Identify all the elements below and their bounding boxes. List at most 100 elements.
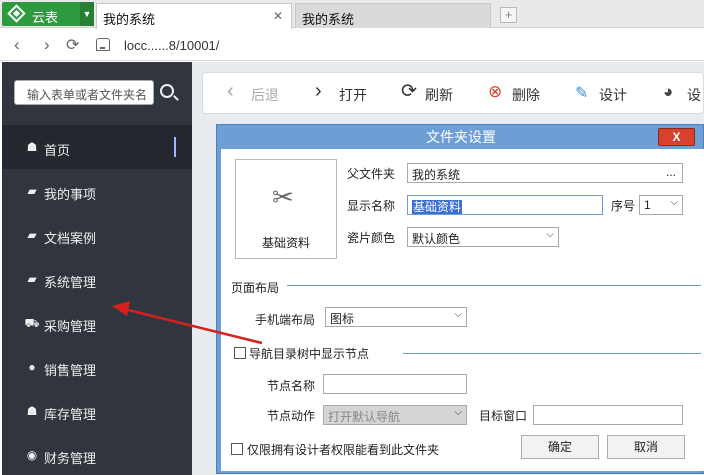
address-bar: ‹ › ⟳ locc......8/10001/ [0,29,704,61]
refresh-icon: ⟳ [401,81,417,102]
back-nav-icon[interactable]: ‹ [14,35,20,55]
folder-icon: ▰ [27,184,37,198]
designer-only-label: 仅限拥有设计者权限能看到此文件夹 [247,443,440,457]
app-menu-button[interactable]: 云表 ▼ [2,2,94,26]
sidebar-item-purchasing[interactable]: ⛟ 采购管理 [2,301,192,345]
dialog-body: ✂ 基础资料 父文件夹 我的系统 ... 显示名称 基础资料 序号 1 ⌵ 瓷片… [221,149,704,471]
show-in-tree-label: 导航目录树中显示节点 [249,347,370,361]
user-icon: ● [28,360,36,374]
show-in-tree-checkbox[interactable] [234,347,246,359]
sidebar-item-label: 首页 [44,143,71,158]
sidebar-item-system-admin[interactable]: ▰ 系统管理 [2,257,192,301]
section-divider [403,353,701,354]
browser-tab-1[interactable]: 我的系统 ✕ [96,3,292,29]
new-tab-button[interactable]: + [500,7,517,23]
chevron-left-icon: ‹ [227,80,234,102]
sidebar-item-label: 销售管理 [44,363,97,378]
folder-settings-dialog: 文件夹设置 X ✂ 基础资料 父文件夹 我的系统 ... 显示名称 基础资料 序… [216,124,704,474]
delete-label: 删除 [512,87,540,103]
app-menu-caret-icon[interactable]: ▼ [80,2,94,26]
ok-button[interactable]: 确定 [521,435,599,459]
mobile-layout-value: 图标 [330,312,355,326]
design-button[interactable]: ✎ 设计 [575,85,627,105]
home-icon: ☗ [26,140,38,154]
tab-title: 我的系统 [103,12,156,27]
seq-label: 序号 [611,199,636,213]
sidebar-item-label: 财务管理 [44,451,97,466]
design-settings-button[interactable]: ◕ 设 [663,82,701,105]
mobile-layout-label: 手机端布局 [255,313,316,327]
folder-icon-tile[interactable]: ✂ 基础资料 [235,159,337,259]
tab-close-icon[interactable]: ✕ [273,9,283,23]
sidebar-item-my-tasks[interactable]: ▰ 我的事项 [2,169,192,213]
folder-icon: ▰ [27,272,37,286]
tools-icon: ✂ [272,182,294,212]
reload-icon[interactable]: ⟳ [66,35,79,55]
node-action-select[interactable]: 打开默认导航 ⌵ [323,405,467,425]
page-layout-label: 页面布局 [231,281,280,295]
parent-folder-field[interactable]: 我的系统 ... [407,163,683,183]
display-name-label: 显示名称 [347,199,396,213]
app-logo-icon [7,4,26,23]
mobile-layout-select[interactable]: 图标 ⌵ [325,307,467,327]
sidebar-item-label: 我的事项 [44,187,97,202]
node-name-input[interactable] [323,374,467,394]
design-settings-label: 设 [687,87,701,103]
sidebar-search-input[interactable]: 输入表单或者文件夹名 [14,80,154,105]
back-label: 后退 [251,87,279,103]
display-name-input[interactable]: 基础资料 [407,195,603,215]
chevron-down-icon: ⌵ [670,197,678,208]
tab-title: 我的系统 [302,12,355,27]
sidebar-item-inventory[interactable]: ☗ 库存管理 [2,389,192,433]
edit-icon: ✎ [575,85,589,102]
dialog-title: 文件夹设置 [426,129,496,145]
seq-select[interactable]: 1 ⌵ [639,195,683,215]
search-icon[interactable] [160,84,174,98]
open-button[interactable]: › 打开 [315,80,367,105]
sidebar-item-label: 采购管理 [44,319,97,334]
section-divider [287,285,701,286]
sidebar-item-label: 系统管理 [44,275,97,290]
browser-tab-2[interactable]: 我的系统 [295,3,491,28]
node-name-label: 节点名称 [267,379,316,393]
sidebar-item-home[interactable]: ☗ 首页 [2,125,192,169]
parent-folder-label: 父文件夹 [347,167,396,181]
seq-value: 1 [644,198,651,212]
home-icon[interactable] [96,38,110,51]
design-label: 设计 [599,87,627,103]
display-name-value: 基础资料 [412,200,463,214]
tile-color-select[interactable]: 默认颜色 ⌵ [407,227,559,247]
chevron-right-icon: › [315,80,322,102]
delete-icon: ⊗ [488,82,503,101]
node-action-label: 节点动作 [267,409,316,423]
browse-button[interactable]: ... [666,165,676,179]
designer-only-checkbox[interactable] [231,443,243,455]
sidebar-item-sales[interactable]: ● 销售管理 [2,345,192,389]
active-indicator [174,137,176,157]
sidebar: 输入表单或者文件夹名 ☗ 首页 ▰ 我的事项 ▰ 文档案例 ▰ 系统管理 ⛟ 采… [2,62,192,475]
refresh-button[interactable]: ⟳ 刷新 [401,81,453,105]
folder-icon: ▰ [27,228,37,242]
target-window-label: 目标窗口 [479,409,528,423]
url-input[interactable]: locc......8/10001/ [124,38,219,53]
sidebar-item-doc-cases[interactable]: ▰ 文档案例 [2,213,192,257]
sidebar-item-label: 文档案例 [44,231,97,246]
sidebar-item-label: 库存管理 [44,407,97,422]
open-label: 打开 [339,87,367,103]
node-action-value: 打开默认导航 [328,410,401,424]
sidebar-item-finance[interactable]: ◉ 财务管理 [2,433,192,475]
chevron-down-icon: ⌵ [546,229,554,240]
target-window-input[interactable] [533,405,683,425]
toolbar: ‹ 后退 › 打开 ⟳ 刷新 ⊗ 删除 ✎ 设计 ◕ 设 [202,72,704,114]
money-icon: ◉ [26,448,38,462]
parent-folder-value: 我的系统 [412,168,461,182]
tile-color-value: 默认颜色 [412,232,461,246]
browser-tab-bar: 云表 ▼ 我的系统 ✕ 我的系统 + [0,0,704,29]
cancel-button[interactable]: 取消 [607,435,685,459]
dialog-close-button[interactable]: X [658,128,695,146]
cart-icon: ⛟ [24,316,40,330]
forward-nav-icon[interactable]: › [44,35,50,55]
palette-icon: ◕ [663,82,674,101]
back-button[interactable]: ‹ 后退 [227,80,279,105]
delete-button[interactable]: ⊗ 删除 [488,82,540,105]
